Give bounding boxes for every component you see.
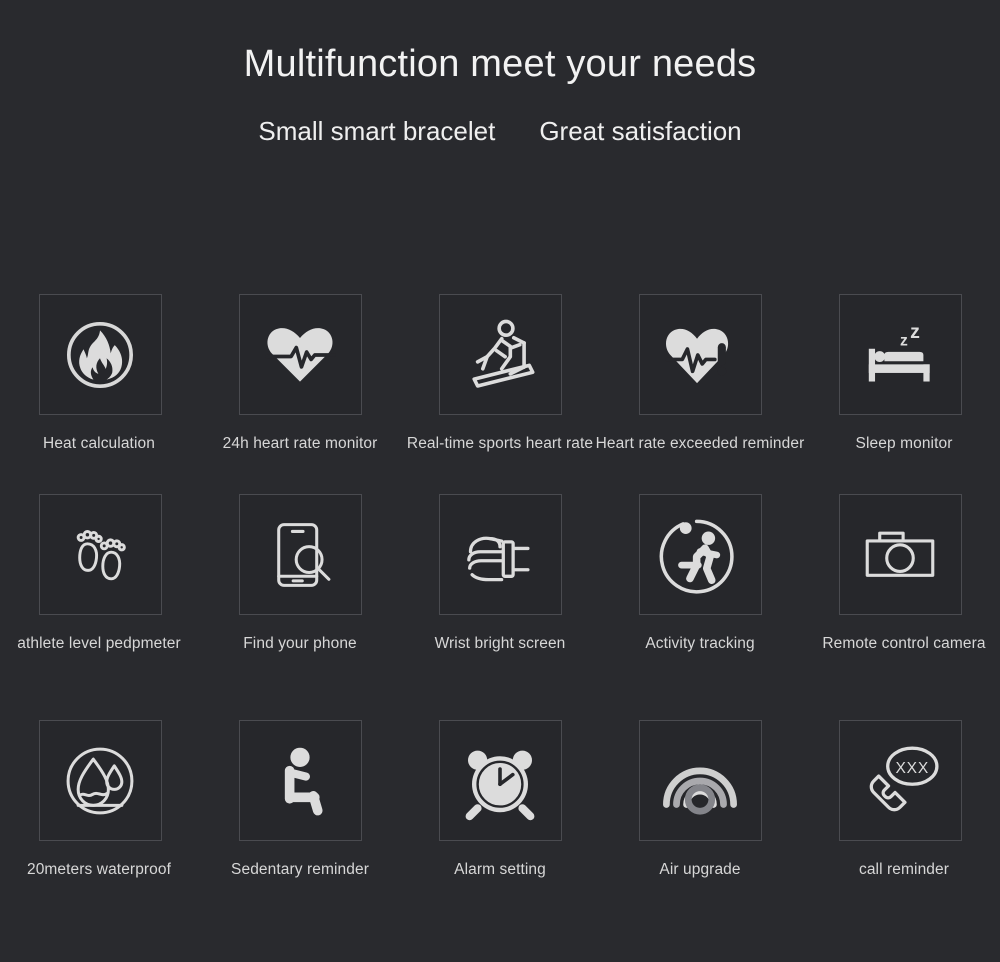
feature-label: Heat calculation <box>43 435 155 452</box>
feature-grid-page: Multifunction meet your needs Small smar… <box>0 43 1000 962</box>
call-bubble-text: XXX <box>895 759 929 776</box>
feature-cell-real-time-sports-heart-rate[interactable]: Real-time sports heart rate <box>400 294 600 494</box>
icon-tile[interactable] <box>238 720 362 841</box>
icon-tile[interactable] <box>638 294 762 415</box>
icon-tile[interactable] <box>438 720 562 841</box>
feature-label: Heart rate exceeded reminder <box>595 435 805 452</box>
feature-label: Alarm setting <box>454 861 546 878</box>
feature-row: 20meters waterproof Sedentary reminder A… <box>0 720 1000 920</box>
feature-cell-sedentary-reminder[interactable]: Sedentary reminder <box>200 720 400 920</box>
feature-label: Find your phone <box>243 635 357 652</box>
subtitle-right: Great satisfaction <box>539 115 742 146</box>
feature-label: Sedentary reminder <box>231 861 369 878</box>
icon-tile[interactable] <box>638 720 762 841</box>
feature-cell-24h-heart-rate-monitor[interactable]: 24h heart rate monitor <box>200 294 400 494</box>
features-grid: Heat calculation 24h heart rate monitor <box>0 294 1000 920</box>
camera-icon <box>861 516 939 594</box>
bed-zzz-icon: z z <box>861 316 939 394</box>
page-subtitle: Small smart bracelet Great satisfaction <box>0 116 1000 147</box>
subtitle-left: Small smart bracelet <box>258 115 496 146</box>
feature-cell-call-reminder[interactable]: XXX call reminder <box>800 720 1000 920</box>
icon-tile[interactable] <box>638 494 762 615</box>
feature-label: 24h heart rate monitor <box>222 435 378 452</box>
alarm-clock-icon <box>460 741 540 821</box>
footprints-icon <box>65 520 135 590</box>
icon-tile[interactable] <box>438 294 562 415</box>
page-header: Multifunction meet your needs Small smar… <box>0 43 1000 147</box>
heart-pulse-icon <box>263 318 337 392</box>
feature-row: Heat calculation 24h heart rate monitor <box>0 294 1000 494</box>
seated-person-icon <box>263 744 337 818</box>
feature-label: Real-time sports heart rate <box>406 435 594 452</box>
icon-tile[interactable] <box>38 720 162 841</box>
feature-label: Air upgrade <box>659 861 741 878</box>
sleep-z-big: z <box>910 320 920 342</box>
feature-cell-heart-rate-exceeded-reminder[interactable]: Heart rate exceeded reminder <box>596 294 804 494</box>
feature-label: athlete level pedpmeter <box>17 635 181 652</box>
feature-row: athlete level pedpmeter Find your phone … <box>0 494 1000 720</box>
feature-label: Remote control camera <box>822 635 986 652</box>
ota-waves-icon <box>658 739 742 823</box>
wrist-band-icon <box>459 514 541 596</box>
feature-cell-air-upgrade[interactable]: Air upgrade <box>600 720 800 920</box>
icon-tile[interactable] <box>38 294 162 415</box>
icon-tile[interactable] <box>438 494 562 615</box>
phone-call-xxx-icon: XXX <box>859 740 941 822</box>
feature-cell-athlete-level-pedometer[interactable]: athlete level pedpmeter <box>0 494 200 720</box>
feature-cell-heat-calculation[interactable]: Heat calculation <box>0 294 200 494</box>
runner-in-circle-icon <box>658 513 742 597</box>
waterdrop-in-circle-icon <box>58 739 142 823</box>
feature-label: call reminder <box>858 861 950 878</box>
feature-cell-wrist-bright-screen[interactable]: Wrist bright screen <box>400 494 600 720</box>
feature-cell-find-your-phone[interactable]: Find your phone <box>200 494 400 720</box>
sleep-z-small: z <box>900 332 908 349</box>
feature-cell-alarm-setting[interactable]: Alarm setting <box>400 720 600 920</box>
page-title: Multifunction meet your needs <box>243 43 757 85</box>
icon-tile[interactable] <box>838 494 962 615</box>
icon-tile[interactable] <box>38 494 162 615</box>
feature-cell-20meters-waterproof[interactable]: 20meters waterproof <box>0 720 200 920</box>
feature-label: 20meters waterproof <box>26 861 172 878</box>
feature-label: Activity tracking <box>645 635 755 652</box>
icon-tile[interactable]: z z <box>838 294 962 415</box>
flame-in-circle-icon <box>59 314 141 396</box>
icon-tile[interactable]: XXX <box>838 720 962 841</box>
icon-tile[interactable] <box>238 294 362 415</box>
heart-alert-icon <box>663 318 737 392</box>
phone-search-icon <box>262 517 338 593</box>
feature-cell-remote-control-camera[interactable]: Remote control camera <box>800 494 1000 720</box>
treadmill-runner-icon <box>457 312 543 398</box>
feature-cell-sleep-monitor[interactable]: z z Sleep monitor <box>800 294 1000 494</box>
icon-tile[interactable] <box>238 494 362 615</box>
feature-label: Sleep monitor <box>855 435 953 452</box>
feature-cell-activity-tracking[interactable]: Activity tracking <box>600 494 800 720</box>
feature-label: Wrist bright screen <box>434 635 566 652</box>
